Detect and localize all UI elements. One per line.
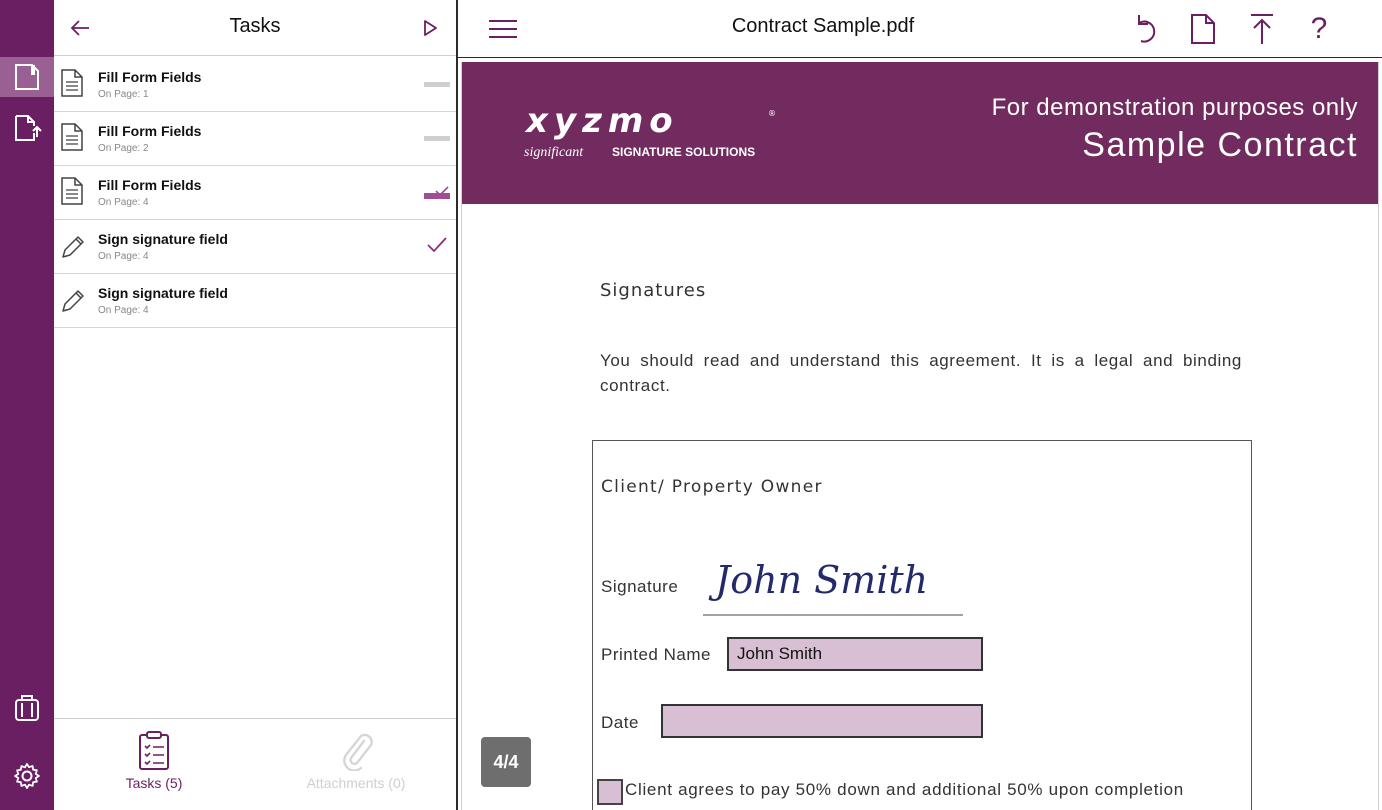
pending-status-icon xyxy=(424,136,450,141)
check-icon xyxy=(427,237,447,253)
agreement-checkbox[interactable] xyxy=(597,779,623,805)
printed-name-label: Printed Name xyxy=(601,645,711,664)
left-rail xyxy=(0,0,54,810)
rail-clipboard-button[interactable] xyxy=(0,688,54,728)
document-title: Contract Sample.pdf xyxy=(731,15,915,37)
tasks-tab[interactable]: Tasks (5) xyxy=(54,731,254,803)
upload-icon xyxy=(1251,14,1273,44)
task-page: On Page: 4 xyxy=(98,251,149,262)
date-field[interactable] xyxy=(661,704,983,738)
document-icon xyxy=(1191,14,1215,44)
pending-status-icon xyxy=(424,82,450,87)
rail-document-button[interactable] xyxy=(0,57,54,97)
rail-settings-button[interactable] xyxy=(0,756,54,796)
help-button[interactable]: ? xyxy=(1300,10,1338,48)
contract-title: Sample Contract xyxy=(1082,126,1358,164)
task-page: On Page: 2 xyxy=(98,143,149,154)
agreement-paragraph: You should read and understand this agre… xyxy=(600,351,1242,395)
gear-icon xyxy=(14,763,40,789)
attachments-tab-label: Attachments (0) xyxy=(306,775,406,791)
document-upload-icon xyxy=(15,115,42,141)
task-item[interactable]: Sign signature field On Page: 4 xyxy=(54,220,456,274)
logo-word: xyzmo xyxy=(524,102,679,141)
page-indicator: 4/4 xyxy=(481,737,531,787)
task-item[interactable]: Fill Form Fields On Page: 4 xyxy=(54,166,456,220)
signature-field[interactable]: John Smith xyxy=(703,545,968,621)
task-title: Sign signature field xyxy=(98,285,228,301)
undo-icon xyxy=(1138,15,1156,43)
pdf-page[interactable]: xyzmo ® significant SIGNATURE SOLUTIONS … xyxy=(461,62,1379,810)
document-info-button[interactable] xyxy=(1184,10,1222,48)
tasks-tab-label: Tasks (5) xyxy=(125,775,183,791)
section-heading: Signatures xyxy=(600,280,707,301)
pencil-icon xyxy=(62,290,84,312)
attachments-tab[interactable]: Attachments (0) xyxy=(256,731,456,803)
task-list-icon xyxy=(139,731,169,770)
task-item[interactable]: Fill Form Fields On Page: 2 xyxy=(54,112,456,166)
task-title: Sign signature field xyxy=(98,231,228,247)
tasks-panel: Tasks Fill Form Fields On Page: 1 Fill F… xyxy=(54,0,458,810)
menu-button[interactable] xyxy=(484,10,522,48)
client-heading: Client/ Property Owner xyxy=(601,477,823,497)
signature-label: Signature xyxy=(601,577,679,596)
document-icon xyxy=(61,177,83,205)
document-banner: xyzmo ® significant SIGNATURE SOLUTIONS … xyxy=(462,62,1378,204)
task-item[interactable]: Fill Form Fields On Page: 1 xyxy=(54,58,456,112)
clipboard-icon xyxy=(15,695,39,721)
task-title: Fill Form Fields xyxy=(98,69,202,85)
task-page: On Page: 4 xyxy=(98,305,149,316)
demo-notice: For demonstration purposes only xyxy=(991,94,1358,121)
task-page: On Page: 4 xyxy=(98,197,149,208)
logo-registered: ® xyxy=(768,109,776,118)
tasks-header: Tasks xyxy=(54,0,456,56)
partial-check-icon xyxy=(424,186,450,199)
document-viewer: Contract Sample.pdf ? xyzmo ® significan… xyxy=(458,0,1382,810)
help-icon: ? xyxy=(1310,12,1328,45)
task-list: Fill Form Fields On Page: 1 Fill Form Fi… xyxy=(54,58,456,328)
tasks-title: Tasks xyxy=(229,15,281,37)
signature-ink: John Smith xyxy=(708,558,928,602)
document-icon xyxy=(61,69,83,97)
pencil-icon xyxy=(62,236,84,258)
logo-tagline-significant: significant xyxy=(524,145,584,160)
task-page: On Page: 1 xyxy=(98,89,149,100)
xyzmo-logo: xyzmo ® significant SIGNATURE SOLUTIONS xyxy=(524,102,776,160)
task-item[interactable]: Sign signature field On Page: 4 xyxy=(54,274,456,328)
agreement-checkbox-label: Client agrees to pay 50% down and additi… xyxy=(625,780,1184,799)
viewer-header: Contract Sample.pdf ? xyxy=(458,0,1382,58)
task-title: Fill Form Fields xyxy=(98,123,202,139)
document-icon xyxy=(61,123,83,151)
document-icon xyxy=(15,64,39,90)
next-task-button[interactable] xyxy=(414,12,446,44)
rail-upload-button[interactable] xyxy=(0,108,54,148)
signature-box: Client/ Property Owner Signature John Sm… xyxy=(592,440,1252,810)
hamburger-menu-icon xyxy=(489,20,517,38)
tasks-footer: Tasks (5) Attachments (0) xyxy=(54,718,456,810)
undo-button[interactable] xyxy=(1126,10,1164,48)
task-title: Fill Form Fields xyxy=(98,177,202,193)
paperclip-icon xyxy=(343,733,373,771)
logo-tagline: SIGNATURE SOLUTIONS xyxy=(612,145,755,159)
play-icon xyxy=(424,20,437,36)
printed-name-field[interactable]: John Smith xyxy=(727,637,983,671)
date-label: Date xyxy=(601,713,639,732)
upload-button[interactable] xyxy=(1243,10,1281,48)
